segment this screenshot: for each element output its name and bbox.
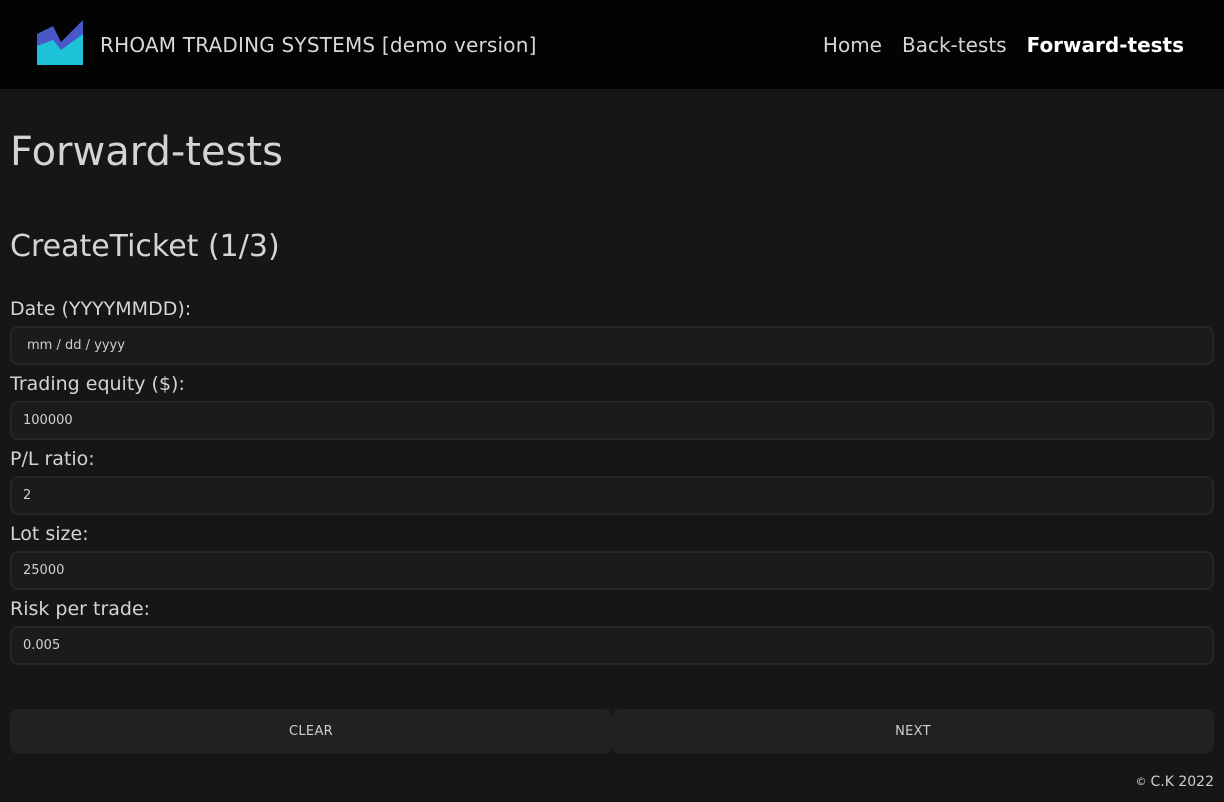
nav-back-tests-link[interactable]: Back-tests <box>902 33 1007 57</box>
nav-forward-tests-link[interactable]: Forward-tests <box>1027 33 1184 57</box>
pl-ratio-label: P/L ratio: <box>10 448 95 470</box>
brand-title: RHOAM TRADING SYSTEMS [demo version] <box>100 33 537 57</box>
footer-text: C.K 2022 <box>1150 774 1215 790</box>
trading-equity-input[interactable] <box>10 401 1214 440</box>
footer-copyright: © C.K 2022 <box>1136 773 1215 791</box>
main-nav: Home Back-tests Forward-tests <box>823 33 1184 57</box>
risk-per-trade-input[interactable] <box>10 626 1214 665</box>
lot-size-label: Lot size: <box>10 523 89 545</box>
nav-home-link[interactable]: Home <box>823 33 882 57</box>
lot-size-input[interactable] <box>10 551 1214 590</box>
date-label: Date (YYYYMMDD): <box>10 298 192 320</box>
section-title: CreateTicket (1/3) <box>10 229 280 264</box>
page-title: Forward-tests <box>10 129 283 175</box>
date-input[interactable] <box>10 326 1214 365</box>
trading-equity-label: Trading equity ($): <box>10 373 185 395</box>
area-chart-logo-icon[interactable] <box>37 20 83 65</box>
copyright-icon: © <box>1135 775 1147 788</box>
top-header: RHOAM TRADING SYSTEMS [demo version] Hom… <box>0 0 1224 89</box>
next-button[interactable]: NEXT <box>612 709 1214 754</box>
risk-per-trade-label: Risk per trade: <box>10 598 151 620</box>
clear-button[interactable]: CLEAR <box>10 709 612 754</box>
pl-ratio-input[interactable] <box>10 476 1214 515</box>
